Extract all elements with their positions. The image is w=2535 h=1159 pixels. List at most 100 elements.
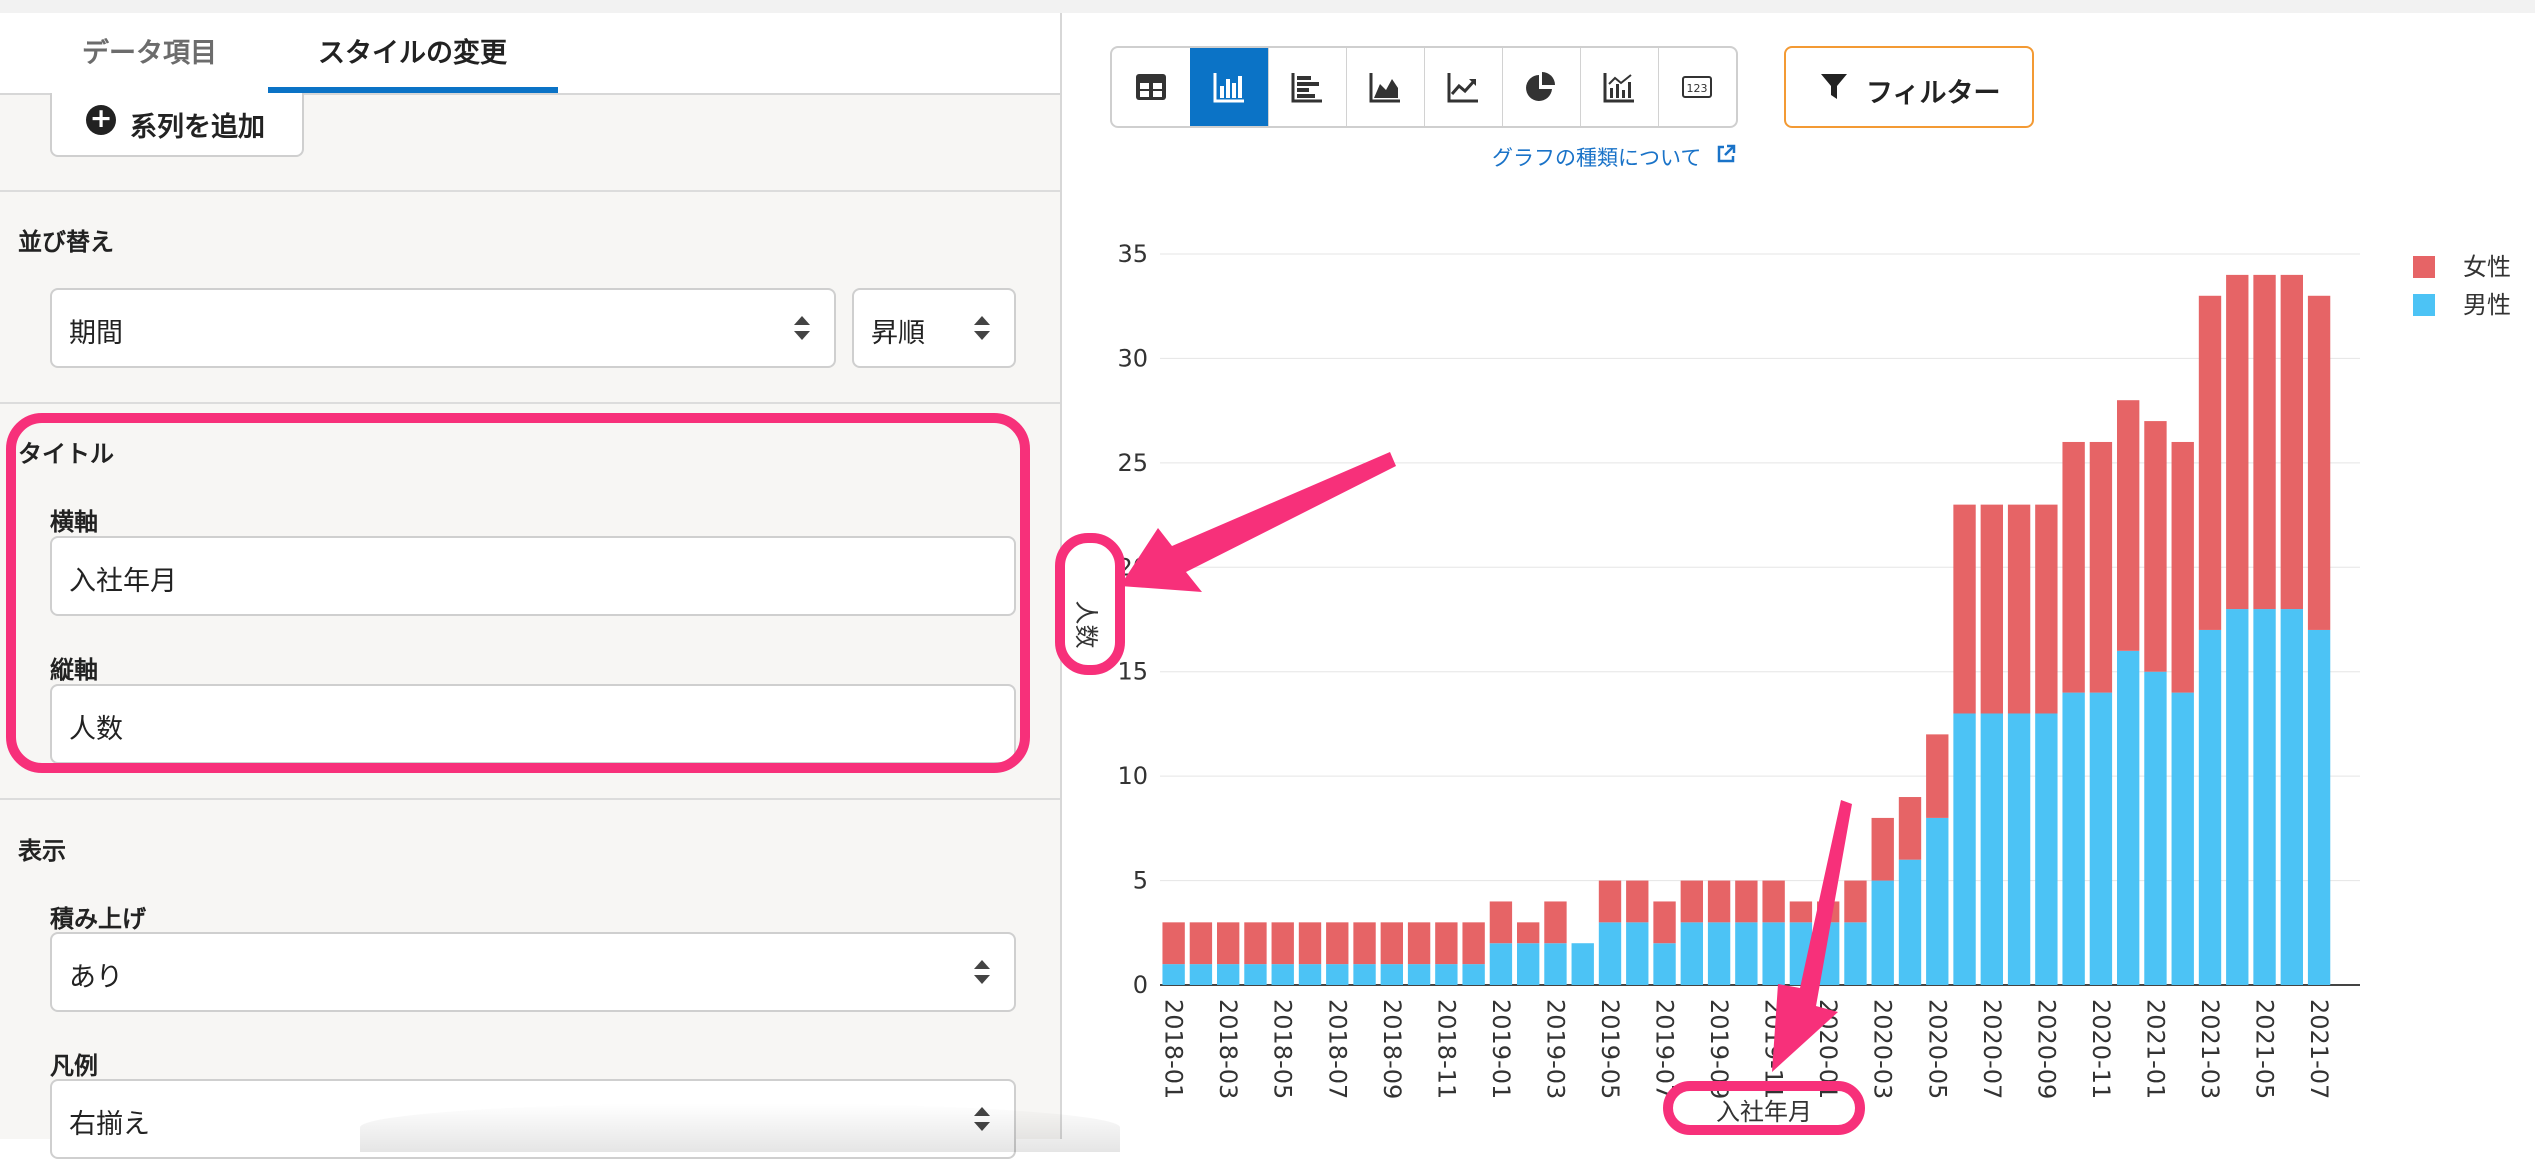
bar-segment: [1326, 922, 1349, 965]
bar-segment: [1626, 922, 1649, 985]
bar-segment: [1817, 901, 1840, 923]
bar-segment: [2226, 274, 2249, 610]
bar-segment: [1489, 901, 1513, 944]
stack-value: あり: [69, 962, 123, 993]
bar-segment: [1517, 943, 1540, 985]
legend-label: 凡例: [50, 1052, 98, 1080]
x-tick-label: 2021-03: [2196, 999, 2224, 1099]
legend-label: 男性: [2463, 291, 2511, 319]
bar-segment: [1435, 922, 1458, 965]
area-chart-button[interactable]: [1346, 48, 1425, 126]
chart-types-help-link[interactable]: グラフの種類について: [1492, 142, 1701, 172]
tab-data-items[interactable]: データ項目: [82, 31, 217, 70]
svg-text:123: 123: [1687, 82, 1708, 95]
bar-segment: [1926, 734, 1949, 818]
x-tick-label: 2019-11: [1760, 999, 1788, 1099]
bar-segment: [2062, 692, 2085, 985]
number-icon: 123: [1682, 76, 1712, 98]
bar-segment: [1653, 901, 1676, 944]
bar-segment: [1380, 964, 1403, 985]
bar-segment: [1735, 922, 1758, 985]
bar-segment: [2035, 713, 2058, 985]
bar-segment: [1980, 504, 2003, 714]
bar-segment: [1217, 964, 1240, 985]
bar-segment: [1871, 880, 1894, 985]
y-tick-label: 0: [1133, 971, 1148, 999]
x-tick-label: 2020-03: [1869, 999, 1897, 1099]
sort-field-select[interactable]: 期間: [50, 288, 836, 368]
bar-segment: [1789, 901, 1813, 923]
bar-segment: [1544, 901, 1567, 944]
display-section-title: 表示: [18, 837, 66, 865]
bar-segment: [2307, 629, 2331, 985]
combo-chart-button[interactable]: [1580, 48, 1659, 126]
bar-segment: [2253, 274, 2276, 610]
x-tick-label: 2018-01: [1160, 999, 1188, 1099]
y-tick-label: 30: [1117, 344, 1148, 372]
line-chart-button[interactable]: [1424, 48, 1503, 126]
select-arrows-icon: [794, 316, 810, 340]
x-tick-label: 2020-07: [1978, 999, 2006, 1099]
table-icon: [1136, 74, 1166, 100]
y-tick-label: 20: [1117, 553, 1148, 581]
bar-chart-button[interactable]: [1268, 48, 1347, 126]
bar-segment: [1898, 797, 1922, 860]
bar-segment: [1898, 859, 1922, 985]
bar-segment: [1707, 880, 1731, 923]
bar-segment: [1735, 880, 1758, 923]
bar-segment: [1244, 922, 1267, 965]
sort-order-select[interactable]: 昇順: [852, 288, 1016, 368]
bar-segment: [1844, 922, 1867, 985]
stacked-bar-chart: 05101520253035 2018-01 2018-03 2018-05 2018…: [1072, 240, 2511, 1126]
bar-segment: [1462, 964, 1485, 985]
highlight-box-title-section: [6, 413, 1030, 773]
filter-button[interactable]: フィルター: [1784, 46, 2034, 128]
x-tick-label: 2019-09: [1705, 999, 1733, 1099]
table-view-button[interactable]: [1112, 48, 1191, 126]
bar-segment: [1162, 964, 1185, 985]
number-view-button[interactable]: 123: [1658, 48, 1736, 126]
bar-segment: [1871, 817, 1894, 881]
bar-segment: [1980, 713, 2003, 985]
combo-chart-icon: [1603, 73, 1634, 103]
tab-style-change[interactable]: スタイルの変更: [318, 31, 507, 70]
bar-segment: [2280, 609, 2303, 985]
top-strip: [0, 0, 2535, 13]
bar-segment: [2198, 295, 2222, 630]
bar-segment: [2007, 713, 2031, 985]
bar-segment: [1244, 964, 1267, 985]
bar-segment: [1762, 880, 1785, 923]
x-tick-label: 2018-03: [1214, 999, 1242, 1099]
sort-order-value: 昇順: [871, 318, 925, 349]
legend-value: 右揃え: [69, 1109, 150, 1140]
bar-segment: [2253, 609, 2276, 985]
bar-segment: [1162, 922, 1185, 965]
bar-segment: [1489, 943, 1513, 985]
stack-label: 積み上げ: [50, 905, 146, 933]
bar-segment: [1817, 922, 1840, 985]
bar-segment: [2144, 671, 2167, 985]
bar-segment: [1380, 922, 1403, 965]
x-tick-label: 2019-01: [1487, 999, 1515, 1099]
x-tick-label: 2018-07: [1323, 999, 1351, 1099]
y-tick-label: 5: [1133, 867, 1148, 895]
stack-select[interactable]: あり: [50, 932, 1016, 1012]
x-tick-label: 2018-09: [1378, 999, 1406, 1099]
bar-segment: [1326, 964, 1349, 985]
bottom-shadow: [360, 1103, 1120, 1152]
bar-segment: [1707, 922, 1731, 985]
x-tick-label: 2018-05: [1269, 999, 1297, 1099]
sort-field-value: 期間: [69, 318, 123, 349]
y-tick-label: 25: [1117, 449, 1148, 477]
add-series-button[interactable]: + 系列を追加: [50, 93, 304, 157]
chart-type-toolbar: 123: [1110, 46, 1738, 128]
x-tick-label: 2020-05: [1923, 999, 1951, 1099]
external-link-icon: [1717, 144, 1736, 163]
bar-segment: [2089, 441, 2113, 693]
filter-icon: [1821, 74, 1847, 99]
bar-segment: [1953, 713, 1976, 985]
column-chart-button[interactable]: [1190, 48, 1269, 126]
bar-segment: [2035, 504, 2058, 714]
pie-chart-button[interactable]: [1502, 48, 1581, 126]
y-axis-title: 人数: [1072, 601, 1100, 649]
